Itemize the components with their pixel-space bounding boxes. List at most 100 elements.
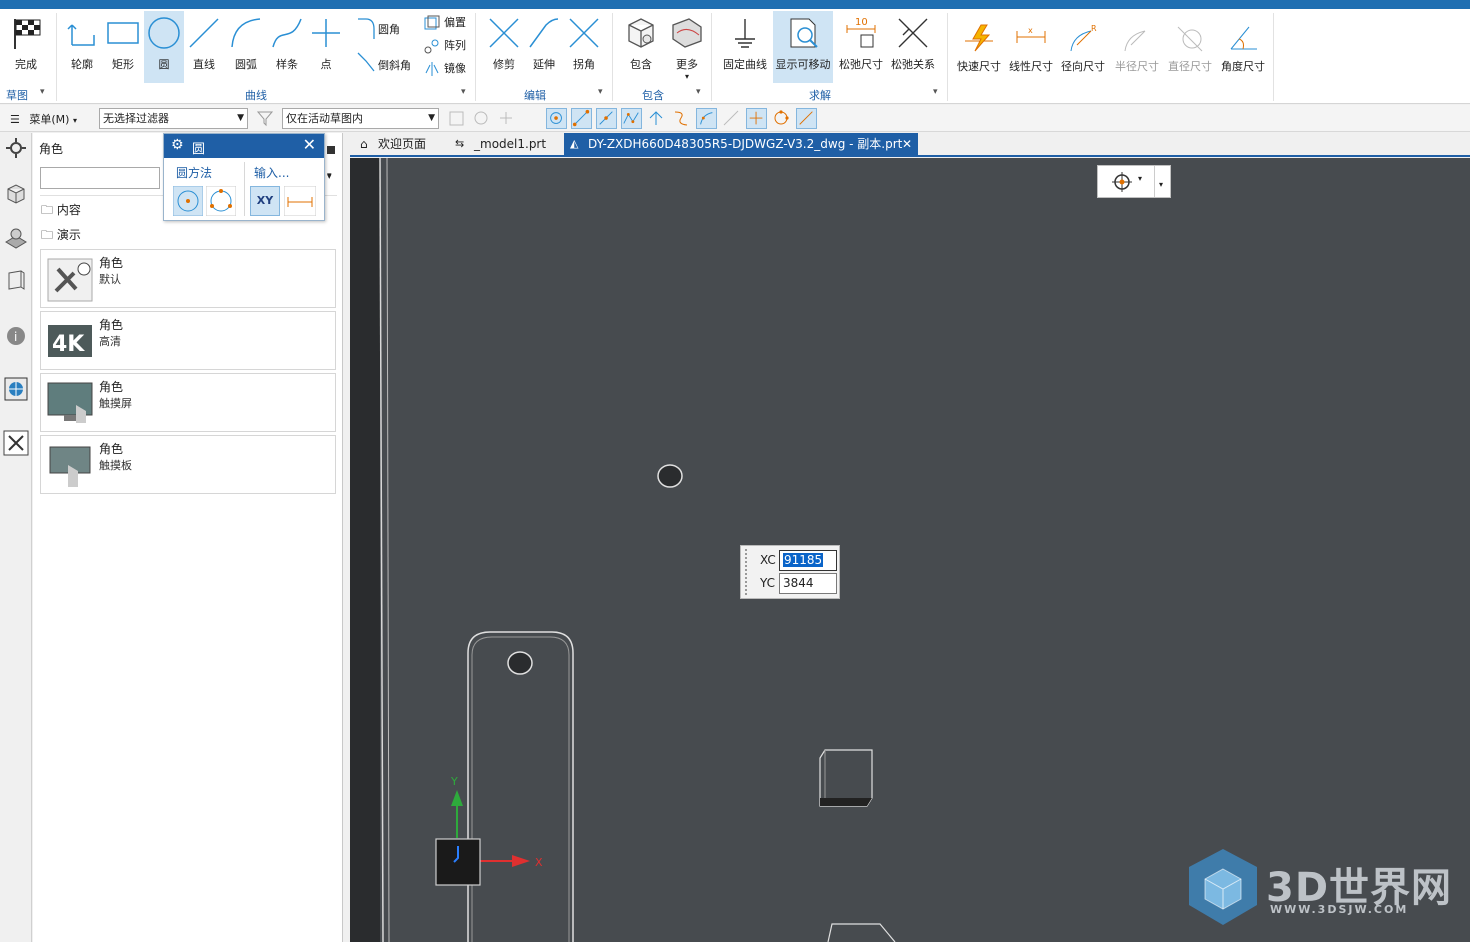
- card-subtitle: 默认: [99, 273, 121, 286]
- gear-icon[interactable]: ⚙: [171, 137, 184, 153]
- point-button[interactable]: 点: [304, 11, 348, 72]
- mirror-label: 镜像: [444, 62, 466, 75]
- mirror-button[interactable]: 镜像: [422, 60, 466, 78]
- edit-group-arrow[interactable]: ▾: [598, 87, 603, 97]
- tree-item-content[interactable]: 🗀 内容: [41, 201, 81, 222]
- select-all-icon[interactable]: [446, 108, 467, 129]
- crosshair-icon: [1112, 172, 1132, 192]
- offset-button[interactable]: 偏置: [422, 14, 466, 32]
- finish-sketch-button[interactable]: 完成: [5, 11, 47, 72]
- block-feature[interactable]: [819, 749, 873, 807]
- snap-endpoint-icon[interactable]: [571, 108, 592, 129]
- circle-button[interactable]: 圆: [144, 11, 184, 83]
- radial-dimension-button[interactable]: R 径向尺寸: [1058, 19, 1108, 74]
- radius-dimension-button[interactable]: 半径尺寸: [1112, 19, 1162, 74]
- tab-welcome[interactable]: ⌂ 欢迎页面: [354, 133, 444, 155]
- more-button[interactable]: 更多 ▾: [665, 11, 709, 81]
- select-chain-icon[interactable]: [496, 108, 517, 129]
- close-icon[interactable]: ✕: [902, 133, 912, 155]
- arc-button[interactable]: 圆弧: [224, 11, 268, 72]
- snap-point-dropdown[interactable]: ▾ ▾: [1097, 165, 1171, 198]
- profile-button[interactable]: 轮廓: [60, 11, 104, 72]
- snap-on-curve-icon[interactable]: [696, 108, 717, 129]
- role-card-touchscreen[interactable]: 角色 触摸屏: [40, 373, 336, 432]
- folder-icon: 🗀: [41, 203, 54, 217]
- snap-point-on-line-icon[interactable]: [721, 108, 742, 129]
- assembly-navigator-icon[interactable]: [3, 224, 29, 250]
- radial-dimension-label: 径向尺寸: [1061, 60, 1105, 73]
- role-card-default[interactable]: 角色 默认: [40, 249, 336, 308]
- snap-midpoint-icon[interactable]: [596, 108, 617, 129]
- drag-handle[interactable]: [745, 549, 749, 595]
- snap-existing-point-icon[interactable]: [746, 108, 767, 129]
- solve-group-arrow[interactable]: ▾: [933, 87, 938, 97]
- curve-group-arrow[interactable]: ▾: [461, 87, 466, 97]
- tree-item-demo[interactable]: 🗀 演示: [41, 226, 81, 247]
- snap-curve-icon[interactable]: [796, 108, 817, 129]
- info-icon[interactable]: i: [3, 323, 29, 349]
- hole-feature[interactable]: [507, 651, 533, 675]
- web-browser-icon[interactable]: [3, 376, 29, 402]
- snap-intersection-icon[interactable]: [646, 108, 667, 129]
- relax-relations-button[interactable]: 松弛关系: [888, 11, 938, 72]
- select-group-icon[interactable]: [471, 108, 492, 129]
- corner-button[interactable]: 拐角: [562, 11, 606, 72]
- pattern-button[interactable]: 阵列: [422, 37, 466, 55]
- snap-tangent-icon[interactable]: [671, 108, 692, 129]
- show-movable-button[interactable]: 显示可移动: [773, 11, 833, 83]
- include-group-arrow[interactable]: ▾: [696, 87, 701, 97]
- tree-item-label: 演示: [56, 228, 81, 242]
- parameter-input-button[interactable]: [284, 186, 316, 216]
- diameter-dimension-button[interactable]: 直径尺寸: [1165, 19, 1215, 74]
- filter-reset-icon[interactable]: [255, 108, 276, 129]
- scope-select[interactable]: 仅在活动草图内 ▼: [282, 108, 439, 129]
- rapid-dimension-button[interactable]: 快速尺寸: [954, 19, 1004, 74]
- three-point-circle-button[interactable]: [206, 186, 236, 216]
- snap-quadrant-icon[interactable]: [771, 108, 792, 129]
- relax-dimension-button[interactable]: 10 松弛尺寸: [837, 11, 885, 72]
- snap-circle-center-icon[interactable]: [546, 108, 567, 129]
- graphics-window[interactable]: Y X: [350, 158, 1470, 942]
- yc-input[interactable]: 3844: [779, 573, 837, 594]
- search-input[interactable]: [40, 167, 160, 189]
- card-subtitle: 触摸屏: [99, 397, 132, 410]
- rectangle-button[interactable]: 矩形: [101, 11, 145, 72]
- part-navigator-icon[interactable]: [3, 181, 29, 207]
- menu-button[interactable]: ☰ 菜单(M) ▾: [10, 111, 77, 127]
- snap-control-point-icon[interactable]: [621, 108, 642, 129]
- tab-active-part[interactable]: ◭ DY-ZXDH660D48305R5-DJDWGZ-V3.2_dwg - 副…: [564, 133, 918, 155]
- dialog-header: ⚙ 圆 ✕: [164, 134, 324, 158]
- selection-filter-select[interactable]: 无选择过滤器 ▼: [99, 108, 248, 129]
- close-icon[interactable]: ✕: [303, 135, 316, 154]
- plate-outline[interactable]: [467, 631, 574, 942]
- chamfer-button[interactable]: 倒斜角: [356, 52, 411, 75]
- extend-button[interactable]: 延伸: [522, 11, 566, 72]
- triad-origin-cube[interactable]: [435, 838, 481, 886]
- include-button[interactable]: 包含: [619, 11, 663, 72]
- center-radius-circle-button[interactable]: [173, 186, 203, 216]
- partial-feature[interactable]: [827, 923, 896, 942]
- spline-button[interactable]: 样条: [265, 11, 309, 72]
- document-tabs: ⌂ 欢迎页面 ⇆ _model1.prt ◭ DY-ZXDH660D48305R…: [350, 133, 1470, 157]
- tab-model1[interactable]: ⇆ _model1.prt: [450, 133, 558, 155]
- trim-button[interactable]: 修剪: [482, 11, 526, 72]
- extend-label: 延伸: [533, 58, 555, 71]
- xy-input-button[interactable]: XY: [250, 186, 280, 216]
- angular-dimension-button[interactable]: 角度尺寸: [1218, 19, 1268, 74]
- settings-icon[interactable]: [3, 135, 29, 161]
- fillet-button[interactable]: 圆角: [356, 18, 400, 39]
- tab-label: DY-ZXDH660D48305R5-DJDWGZ-V3.2_dwg - 副本.…: [588, 137, 903, 151]
- fix-curve-button[interactable]: 固定曲线: [720, 11, 770, 72]
- sketch-group-arrow[interactable]: ▾: [40, 87, 45, 97]
- xc-input[interactable]: 91185: [779, 550, 837, 571]
- roles-icon[interactable]: [3, 430, 29, 456]
- chevron-down-icon[interactable]: ▾: [327, 172, 332, 182]
- line-button[interactable]: 直线: [182, 11, 226, 72]
- role-card-hd[interactable]: 4K 角色 高清: [40, 311, 336, 370]
- hole-feature[interactable]: [657, 464, 683, 488]
- reuse-library-icon[interactable]: [3, 267, 29, 293]
- arc-icon: [231, 18, 261, 48]
- role-card-touchpad[interactable]: 角色 触摸板: [40, 435, 336, 494]
- linear-dimension-button[interactable]: x 线性尺寸: [1006, 19, 1056, 74]
- panel-restore-icon[interactable]: [327, 146, 335, 154]
